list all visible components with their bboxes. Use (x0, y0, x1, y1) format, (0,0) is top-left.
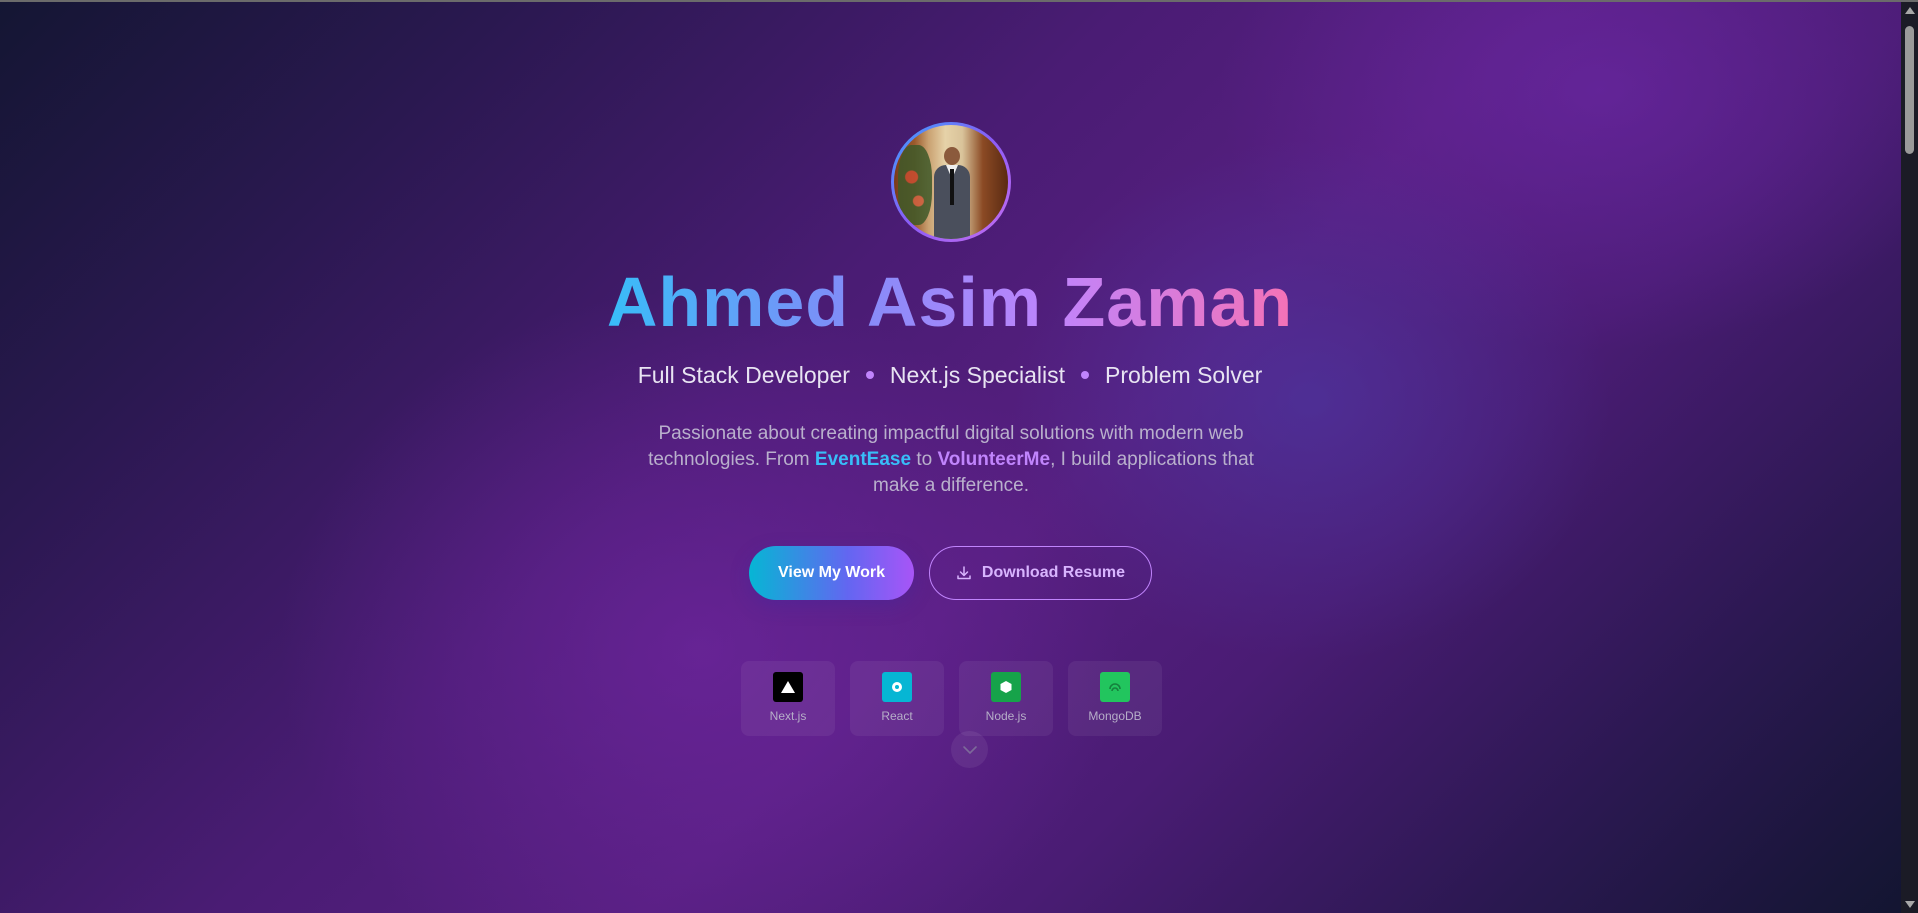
scroll-down-arrow-icon[interactable] (1905, 901, 1915, 908)
profile-photo (894, 125, 1008, 239)
project-highlight-eventease: EventEase (814, 449, 912, 470)
project-highlight-volunteerme: VolunteerMe (937, 449, 1051, 470)
mongodb-icon (1100, 672, 1130, 702)
react-icon (882, 672, 912, 702)
page-title: Ahmed Asim Zaman (606, 263, 1294, 341)
view-my-work-button[interactable]: View My Work (749, 546, 914, 600)
download-icon (957, 566, 971, 580)
tech-item-mongodb[interactable]: MongoDB (1068, 661, 1162, 736)
tech-label: MongoDB (1088, 709, 1142, 723)
role-item: Full Stack Developer (637, 362, 850, 388)
tech-label: React (881, 709, 913, 723)
role-item: Next.js Specialist (889, 362, 1066, 388)
nextjs-icon (773, 672, 803, 702)
scrollbar-thumb[interactable] (1905, 26, 1914, 154)
tech-label: Next.js (769, 709, 807, 723)
hero-description: Passionate about creating impactful digi… (648, 423, 1254, 496)
download-resume-label: Download Resume (981, 564, 1126, 581)
hero-section: Ahmed Asim Zaman Full Stack Developer Nex… (0, 0, 1900, 913)
tech-item-nodejs[interactable]: Node.js (959, 661, 1053, 736)
tech-item-nextjs[interactable]: Next.js (741, 661, 835, 736)
nodejs-icon (991, 672, 1021, 702)
roles-line: Full Stack Developer Next.js Specialist Pr… (0, 362, 1900, 389)
download-resume-button[interactable]: Download Resume (929, 546, 1152, 600)
separator-dot (865, 370, 874, 379)
role-item: Problem Solver (1105, 362, 1263, 388)
scroll-down-button[interactable] (951, 731, 988, 768)
page-scrollbar[interactable] (1901, 2, 1918, 913)
tech-item-react[interactable]: React (850, 661, 944, 736)
tech-label: Node.js (985, 709, 1027, 723)
chevron-down-icon (962, 745, 977, 754)
scroll-up-arrow-icon[interactable] (1905, 7, 1915, 14)
separator-dot (1081, 370, 1090, 379)
avatar (891, 122, 1011, 242)
